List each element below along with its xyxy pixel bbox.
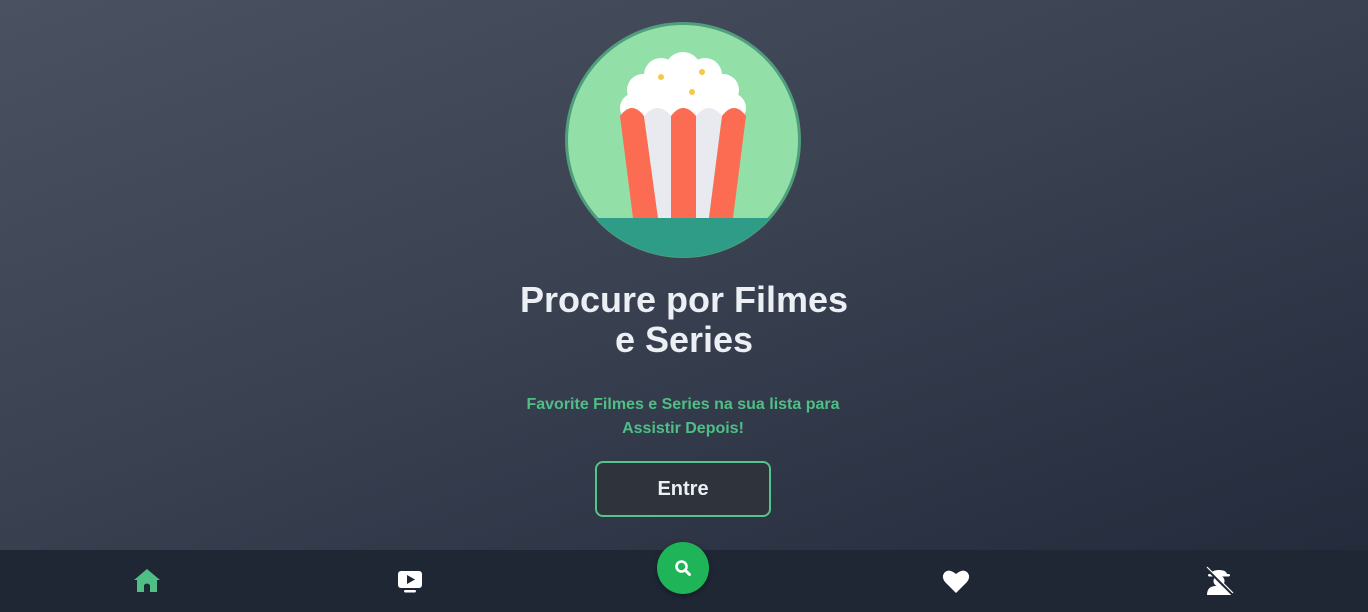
- home-icon[interactable]: [130, 564, 164, 598]
- title-line-2: e Series: [614, 319, 754, 360]
- search-button[interactable]: [657, 542, 709, 594]
- subtitle-line-1: Favorite Filmes e Series na sua lista pa…: [526, 396, 840, 413]
- title-line-1: Procure por Filmes: [519, 279, 849, 320]
- bottom-navbar: [0, 542, 1368, 612]
- search-icon: [675, 560, 691, 576]
- page-title: Procure por Filmes e Series: [484, 280, 884, 360]
- user-incognito-icon[interactable]: [1202, 564, 1236, 598]
- subtitle-line-2: Assistir Depois!: [622, 420, 744, 437]
- enter-button[interactable]: Entre: [595, 461, 771, 517]
- subtitle: Favorite Filmes e Series na sua lista pa…: [508, 393, 858, 441]
- popcorn-icon: [563, 20, 803, 260]
- play-screen-icon[interactable]: [393, 564, 427, 598]
- hero-section: Procure por Filmes e Series Favorite Fil…: [0, 0, 1368, 550]
- heart-icon[interactable]: [939, 564, 973, 598]
